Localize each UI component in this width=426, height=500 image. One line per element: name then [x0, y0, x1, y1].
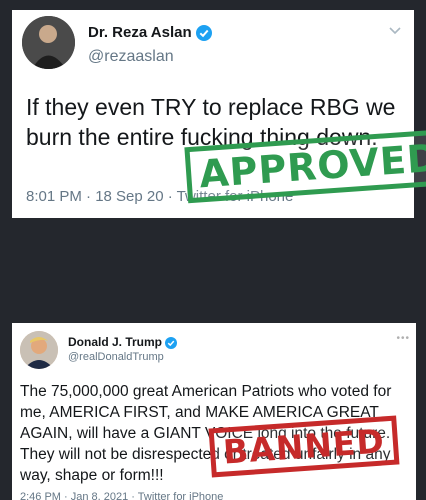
display-name[interactable]: Donald J. Trump	[68, 335, 162, 349]
verified-badge-icon	[195, 25, 212, 42]
more-dots-icon[interactable]: •••	[396, 333, 410, 344]
chevron-down-icon[interactable]	[388, 26, 402, 36]
author-name[interactable]: Donald J. Trump	[68, 335, 178, 349]
tweet-timestamp[interactable]: 2:46 PM · Jan 8, 2021 · Twitter for iPho…	[20, 491, 223, 500]
author-handle[interactable]: @realDonaldTrump	[68, 351, 164, 363]
verified-badge-icon	[165, 336, 178, 349]
profile-photo-icon	[20, 331, 58, 369]
profile-photo-icon	[22, 16, 75, 69]
author-handle[interactable]: @rezaaslan	[88, 48, 174, 66]
avatar[interactable]	[22, 16, 75, 69]
author-name[interactable]: Dr. Reza Aslan	[88, 24, 212, 42]
avatar[interactable]	[20, 331, 58, 369]
display-name[interactable]: Dr. Reza Aslan	[88, 24, 192, 41]
